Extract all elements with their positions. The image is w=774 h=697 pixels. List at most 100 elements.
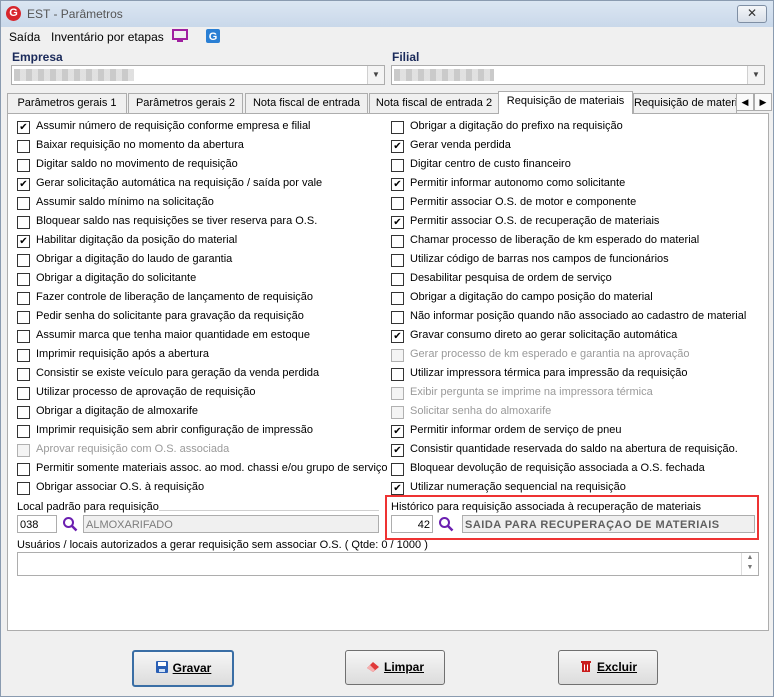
tab-scroll-right-icon[interactable]: ▶ (754, 93, 772, 111)
checkbox-label: Utilizar impressora térmica para impress… (410, 367, 688, 379)
app-logo-icon: G (6, 6, 21, 21)
checkmark-icon[interactable]: ✔ (17, 178, 30, 191)
historico-code-input[interactable]: 42 (391, 515, 433, 533)
checkbox-box[interactable] (391, 311, 404, 324)
checkmark-icon[interactable]: ✔ (391, 178, 404, 191)
tab-nota-fiscal-entrada-2[interactable]: Nota fiscal de entrada 2 (369, 93, 499, 113)
tab-parametros-gerais-2[interactable]: Parâmetros gerais 2 (128, 93, 243, 113)
checkmark-icon[interactable]: ✔ (391, 216, 404, 229)
checkbox-box (391, 349, 404, 362)
tab-parametros-gerais-1[interactable]: Parâmetros gerais 1 (7, 93, 127, 113)
checkbox-label: Digitar centro de custo financeiro (410, 158, 571, 170)
checkmark-icon[interactable]: ✔ (17, 121, 30, 134)
checkbox-box[interactable] (391, 197, 404, 210)
tab-nota-fiscal-entrada[interactable]: Nota fiscal de entrada (245, 93, 368, 113)
empresa-select[interactable]: ▼ (11, 65, 385, 85)
monitor-icon[interactable] (172, 28, 188, 44)
checkbox-box[interactable] (17, 254, 30, 267)
trash-icon (580, 661, 591, 672)
checkbox-box[interactable] (17, 482, 30, 495)
limpar-button[interactable]: Limpar (345, 650, 445, 685)
chevron-down-icon[interactable]: ▼ (367, 66, 384, 84)
local-padrao-label: Local padrão para requisição (17, 501, 159, 513)
checkbox-label: Exibir pergunta se imprime na impressora… (410, 386, 653, 398)
checkbox-label: Utilizar processo de aprovação de requis… (36, 386, 256, 398)
excluir-button[interactable]: Excluir (558, 650, 658, 685)
checkbox-box[interactable] (17, 425, 30, 438)
search-icon[interactable] (438, 516, 454, 532)
checkbox-box[interactable] (17, 292, 30, 305)
search-icon[interactable] (62, 516, 78, 532)
checkbox-box[interactable] (391, 463, 404, 476)
checkbox-label: Obrigar a digitação do prefixo na requis… (410, 120, 623, 132)
checkmark-icon[interactable]: ✔ (17, 235, 30, 248)
checkbox-label: Permitir associar O.S. de recuperação de… (410, 215, 660, 227)
checkmark-icon[interactable]: ✔ (391, 482, 404, 495)
checkbox-label: Assumir número de requisição conforme em… (36, 120, 311, 132)
checkbox-label: Baixar requisição no momento da abertura (36, 139, 244, 151)
tab-requisicao-materiais[interactable]: Requisição de materiais (498, 91, 633, 114)
checkbox-box[interactable] (17, 216, 30, 229)
checkbox-label: Consistir quantidade reservada do saldo … (410, 443, 738, 455)
checkbox-label: Bloquear saldo nas requisições se tiver … (36, 215, 318, 227)
checkbox-box[interactable] (17, 197, 30, 210)
eraser-icon (366, 662, 379, 672)
checkbox-label: Gravar consumo direto ao gerar solicitaç… (410, 329, 678, 341)
checkbox-label: Aprovar requisição com O.S. associada (36, 443, 230, 455)
checkbox-box[interactable] (17, 140, 30, 153)
historico-description-field: SAIDA PARA RECUPERAÇAO DE MATERIAIS (462, 515, 755, 533)
checkbox-label: Utilizar numeração sequencial na requisi… (410, 481, 626, 493)
checkbox-box[interactable] (391, 121, 404, 134)
checkbox-box[interactable] (17, 273, 30, 286)
limpar-label: Limpar (383, 660, 424, 674)
empresa-value-redacted (14, 69, 134, 81)
checkbox-label: Obrigar a digitação do laudo de garantia (36, 253, 233, 265)
close-button[interactable]: ✕ (737, 5, 767, 23)
checkbox-box[interactable] (17, 330, 30, 343)
checkbox-box[interactable] (17, 159, 30, 172)
checkbox-box[interactable] (17, 349, 30, 362)
checkbox-box (391, 387, 404, 400)
local-description-field: ALMOXARIFADO (83, 515, 379, 533)
checkbox-label: Permitir somente materiais assoc. ao mod… (36, 462, 388, 474)
checkbox-label: Bloquear devolução de requisição associa… (410, 462, 705, 474)
gravar-button[interactable]: Gravar (132, 650, 234, 687)
app-shortcut-icon[interactable]: G (205, 28, 221, 44)
vertical-scrollbar[interactable]: ▲ ▼ (741, 553, 758, 575)
tab-strip: Parâmetros gerais 1 Parâmetros gerais 2 … (5, 91, 772, 114)
checkbox-label: Imprimir requisição sem abrir configuraç… (36, 424, 313, 436)
title-bar: G EST - Parâmetros ✕ (1, 1, 773, 27)
checkbox-box[interactable] (17, 406, 30, 419)
chevron-down-icon[interactable]: ▼ (747, 66, 764, 84)
checkbox-box[interactable] (17, 368, 30, 381)
checkbox-label: Chamar processo de liberação de km esper… (410, 234, 700, 246)
checkbox-box[interactable] (391, 254, 404, 267)
window-title: EST - Parâmetros (27, 7, 123, 21)
checkmark-icon[interactable]: ✔ (391, 425, 404, 438)
checkbox-box[interactable] (17, 463, 30, 476)
checkbox-box (17, 444, 30, 457)
tab-requisicao-materiais-2[interactable]: Requisição de materi (633, 93, 737, 113)
checkmark-icon[interactable]: ✔ (391, 330, 404, 343)
checkbox-label: Pedir senha do solicitante para gravação… (36, 310, 304, 322)
checkbox-box[interactable] (391, 159, 404, 172)
checkbox-box[interactable] (391, 292, 404, 305)
checkbox-box[interactable] (17, 387, 30, 400)
tab-scroll-left-icon[interactable]: ◀ (736, 93, 754, 111)
filial-label: Filial (392, 50, 420, 64)
filial-value-redacted (394, 69, 494, 81)
checkbox-box[interactable] (391, 368, 404, 381)
filial-select[interactable]: ▼ (391, 65, 765, 85)
checkmark-icon[interactable]: ✔ (391, 140, 404, 153)
checkbox-box[interactable] (391, 235, 404, 248)
checkbox-label: Obrigar a digitação do solicitante (36, 272, 197, 284)
local-code-input[interactable]: 038 (17, 515, 57, 533)
menu-inventario-por-etapas[interactable]: Inventário por etapas (51, 30, 164, 44)
menu-saida[interactable]: Saída (9, 30, 40, 44)
checkbox-box[interactable] (17, 311, 30, 324)
checkmark-icon[interactable]: ✔ (391, 444, 404, 457)
checkbox-label: Gerar solicitação automática na requisiç… (36, 177, 323, 189)
usuarios-list[interactable]: ▲ ▼ (17, 552, 759, 576)
checkbox-label: Digitar saldo no movimento de requisição (36, 158, 238, 170)
checkbox-box[interactable] (391, 273, 404, 286)
